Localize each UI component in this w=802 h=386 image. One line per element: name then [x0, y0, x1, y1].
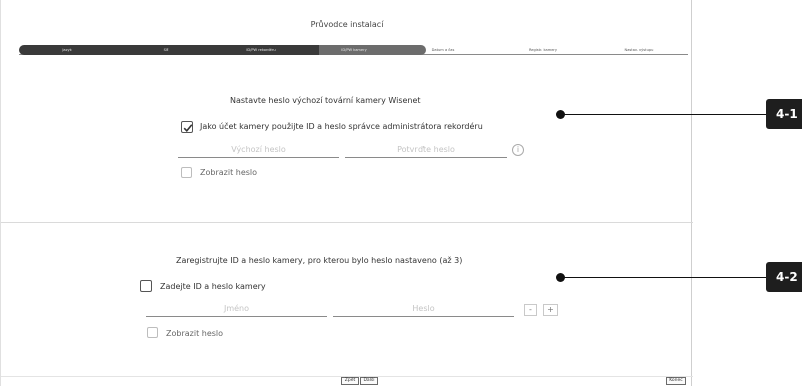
setup-wizard-window: Průvodce instalací Jazyk Síť ID/PW rekor…: [0, 0, 693, 386]
show-password-label-2: Zobrazit heslo: [166, 329, 224, 338]
back-button[interactable]: Zpět: [341, 377, 359, 385]
show-password-checkbox-1[interactable]: [181, 167, 192, 178]
use-recorder-credentials-label: Jako účet kamery použijte ID a heslo spr…: [200, 122, 483, 131]
callout-1-tag: 4-1: [766, 99, 802, 129]
section2-heading: Zaregistrujte ID a heslo kamery, pro kte…: [176, 256, 463, 265]
step-camera-register[interactable]: Registr. kamery: [498, 45, 588, 55]
camera-name-field[interactable]: Jméno: [146, 303, 327, 317]
add-row-button[interactable]: +: [543, 304, 558, 316]
wizard-title: Průvodce instalací: [310, 20, 384, 29]
checkmark-icon: [183, 124, 193, 132]
info-icon[interactable]: i: [512, 144, 524, 156]
section1-heading: Nastavte heslo výchozí tovární kamery Wi…: [230, 96, 421, 105]
step-jazyk[interactable]: Jazyk: [22, 45, 112, 55]
callout-2-tag: 4-2: [766, 262, 802, 292]
remove-row-button[interactable]: -: [524, 304, 537, 316]
step-date-time[interactable]: Datum a čas: [398, 45, 488, 55]
callout-2-line: [561, 277, 766, 278]
use-recorder-credentials-checkbox[interactable]: [181, 121, 193, 133]
next-button[interactable]: Další: [360, 377, 378, 385]
default-password-field[interactable]: Výchozí heslo: [178, 144, 339, 158]
finish-button[interactable]: Konec: [666, 377, 686, 385]
confirm-password-field[interactable]: Potvrďte heslo: [345, 144, 507, 158]
step-sit[interactable]: Síť: [121, 45, 211, 55]
step-camera-idpw[interactable]: ID/PW kamery: [309, 45, 399, 55]
callout-1-line: [561, 114, 766, 115]
wizard-steps: Jazyk Síť ID/PW rekordéru ID/PW kamery D…: [19, 45, 688, 55]
step-output-settings[interactable]: Nastav. výstupu: [594, 45, 684, 55]
enter-camera-credentials-label: Zadejte ID a heslo kamery: [160, 282, 266, 291]
step-recorder-idpw[interactable]: ID/PW rekordéru: [216, 45, 306, 55]
enter-camera-credentials-checkbox[interactable]: [140, 280, 152, 292]
show-password-label-1: Zobrazit heslo: [200, 168, 258, 177]
show-password-checkbox-2[interactable]: [147, 327, 158, 338]
camera-password-field[interactable]: Heslo: [333, 303, 514, 317]
section-divider: [1, 222, 693, 223]
